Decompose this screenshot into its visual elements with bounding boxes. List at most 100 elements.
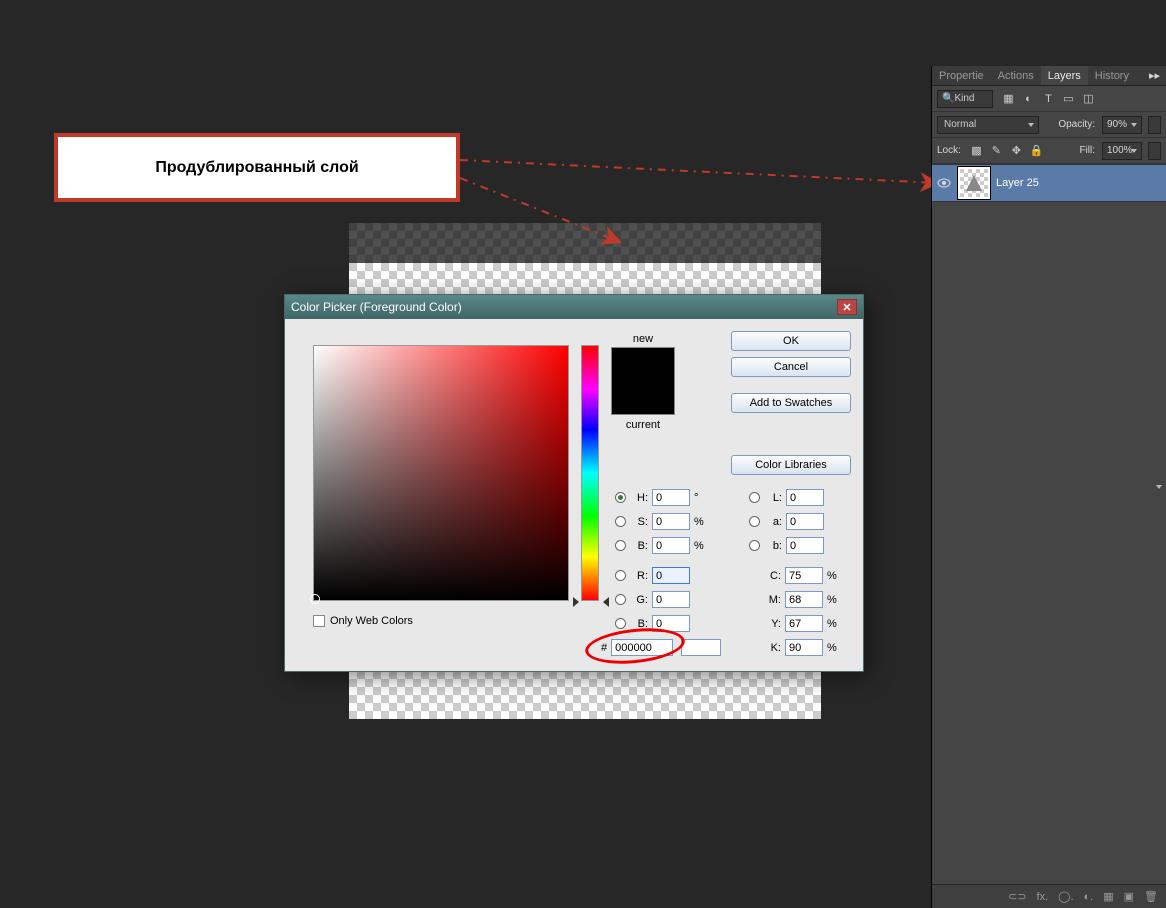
fill-label: Fill: xyxy=(1079,145,1095,156)
dialog-title: Color Picker (Foreground Color) xyxy=(291,300,462,314)
color-picker-dialog: Color Picker (Foreground Color) ✕ new cu… xyxy=(284,294,864,672)
fill-input[interactable]: 100% xyxy=(1102,142,1142,160)
y-label: Y: xyxy=(763,618,781,630)
c-input[interactable]: 75 xyxy=(785,567,823,584)
layer-name-label[interactable]: Layer 25 xyxy=(996,177,1039,189)
lab-b-radio[interactable] xyxy=(749,540,760,551)
filter-smart-icon[interactable]: ◫ xyxy=(1081,91,1096,106)
lab-b-input[interactable]: 0 xyxy=(786,537,824,554)
link-layers-icon[interactable]: ⊂⊃ xyxy=(1008,890,1026,903)
add-to-swatches-button[interactable]: Add to Swatches xyxy=(731,393,851,413)
g-label: G: xyxy=(630,594,648,606)
a-radio[interactable] xyxy=(749,516,760,527)
layer-thumbnail[interactable] xyxy=(958,167,990,199)
g-radio[interactable] xyxy=(615,594,626,605)
h-label: H: xyxy=(630,492,648,504)
hue-slider[interactable] xyxy=(581,345,599,601)
layer-fx-icon[interactable]: fx. xyxy=(1037,891,1049,903)
fill-flyout[interactable] xyxy=(1148,142,1161,160)
b-label: B: xyxy=(630,540,648,552)
a-input[interactable]: 0 xyxy=(786,513,824,530)
lock-all-icon[interactable]: 🔒 xyxy=(1029,143,1044,158)
r-input[interactable]: 0 xyxy=(652,567,690,584)
rgb-b-input[interactable]: 0 xyxy=(652,615,690,632)
opacity-label: Opacity: xyxy=(1058,119,1095,130)
m-input[interactable]: 68 xyxy=(785,591,823,608)
rgb-b-radio[interactable] xyxy=(615,618,626,629)
color-libraries-button[interactable]: Color Libraries xyxy=(731,455,851,475)
filter-row: 🔍 Kind ▦ ◐ T ▭ ◫ xyxy=(932,86,1166,112)
layer-mask-icon[interactable]: ◯. xyxy=(1058,890,1073,903)
adjustment-layer-icon[interactable]: ◐. xyxy=(1084,891,1094,903)
close-button[interactable]: ✕ xyxy=(837,299,857,315)
hue-slider-handle[interactable] xyxy=(575,597,607,607)
lab-b-label: b: xyxy=(764,540,782,552)
b-unit: % xyxy=(694,540,706,552)
b-radio[interactable] xyxy=(615,540,626,551)
ok-button[interactable]: OK xyxy=(731,331,851,351)
only-web-colors-checkbox[interactable]: Only Web Colors xyxy=(313,615,413,627)
filter-kind-select[interactable]: 🔍 Kind xyxy=(937,90,993,108)
k-input[interactable]: 90 xyxy=(785,639,823,656)
filter-adjust-icon[interactable]: ◐ xyxy=(1021,91,1036,106)
tab-history[interactable]: History xyxy=(1088,66,1136,85)
h-unit: ° xyxy=(694,492,706,504)
g-input[interactable]: 0 xyxy=(652,591,690,608)
layer-row-selected[interactable]: Layer 25 xyxy=(932,164,1166,202)
opacity-input[interactable]: 90% xyxy=(1102,116,1142,134)
hex-input[interactable]: 000000 xyxy=(611,639,673,656)
panel-tabs: Propertie Actions Layers History ▸▸ xyxy=(932,66,1166,86)
hex-symbol: # xyxy=(601,642,607,654)
k-unit: % xyxy=(827,642,839,654)
layers-panel-footer: ⊂⊃ fx. ◯. ◐. ▦ ▣ 🗑 xyxy=(932,884,1166,908)
h-input[interactable]: 0 xyxy=(652,489,690,506)
s-input[interactable]: 0 xyxy=(652,513,690,530)
blend-row: Normal Opacity: 90% xyxy=(932,112,1166,138)
filter-pixel-icon[interactable]: ▦ xyxy=(1001,91,1016,106)
saturation-brightness-field[interactable] xyxy=(313,345,569,601)
hex-row: # 000000 xyxy=(601,639,721,656)
lock-transparency-icon[interactable]: ▩ xyxy=(969,143,984,158)
layers-panel: Propertie Actions Layers History ▸▸ 🔍 Ki… xyxy=(932,66,1166,908)
delete-layer-icon[interactable]: 🗑 xyxy=(1144,890,1158,903)
r-radio[interactable] xyxy=(615,570,626,581)
current-color-swatch[interactable] xyxy=(612,381,674,414)
l-radio[interactable] xyxy=(749,492,760,503)
y-input[interactable]: 67 xyxy=(785,615,823,632)
s-label: S: xyxy=(630,516,648,528)
s-radio[interactable] xyxy=(615,516,626,527)
lock-pixels-icon[interactable]: ✎ xyxy=(989,143,1004,158)
hex-extra-field[interactable] xyxy=(681,639,721,656)
cancel-button[interactable]: Cancel xyxy=(731,357,851,377)
new-color-swatch xyxy=(612,348,674,381)
lock-position-icon[interactable]: ✥ xyxy=(1009,143,1024,158)
panel-menu-icon[interactable]: ▸▸ xyxy=(1143,69,1166,82)
new-layer-icon[interactable]: ▣ xyxy=(1124,890,1134,903)
rgb-b-label: B: xyxy=(630,618,648,630)
blend-mode-select[interactable]: Normal xyxy=(937,116,1039,134)
filter-shape-icon[interactable]: ▭ xyxy=(1061,91,1076,106)
tab-actions[interactable]: Actions xyxy=(991,66,1041,85)
canvas-dark-strip xyxy=(349,223,821,263)
checkbox-icon[interactable] xyxy=(313,615,325,627)
l-input[interactable]: 0 xyxy=(786,489,824,506)
dialog-titlebar[interactable]: Color Picker (Foreground Color) ✕ xyxy=(285,295,863,319)
c-label: C: xyxy=(763,570,781,582)
color-preview xyxy=(611,347,675,415)
b-input[interactable]: 0 xyxy=(652,537,690,554)
group-icon[interactable]: ▦ xyxy=(1103,890,1113,903)
filter-type-icon[interactable]: T xyxy=(1041,91,1056,106)
m-label: M: xyxy=(763,594,781,606)
h-radio[interactable] xyxy=(615,492,626,503)
annotation-text: Продублированный слой xyxy=(155,159,358,177)
opacity-flyout[interactable] xyxy=(1148,116,1161,134)
tab-properties[interactable]: Propertie xyxy=(932,66,991,85)
lock-row: Lock: ▩ ✎ ✥ 🔒 Fill: 100% xyxy=(932,138,1166,164)
tab-layers[interactable]: Layers xyxy=(1041,66,1088,85)
annotation-callout: Продублированный слой xyxy=(54,133,460,202)
visibility-toggle-icon[interactable] xyxy=(936,175,952,191)
only-web-label: Only Web Colors xyxy=(330,615,413,627)
c-unit: % xyxy=(827,570,839,582)
color-field-marker xyxy=(310,594,320,604)
m-unit: % xyxy=(827,594,839,606)
